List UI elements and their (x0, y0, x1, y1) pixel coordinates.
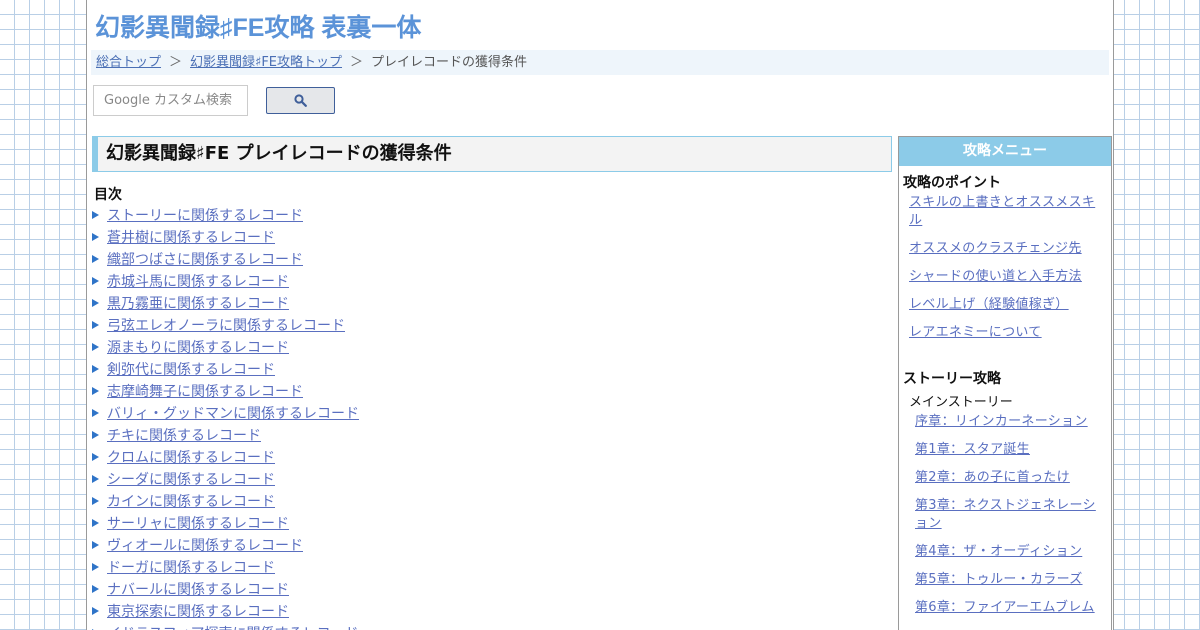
toc-link[interactable]: イドラスフィア探索に関係するレコード (107, 623, 358, 630)
side-menu-link[interactable]: スキルの上書きとオススメスキル (909, 194, 1099, 230)
side-menu-link[interactable]: 序章：リインカーネーション (915, 413, 1099, 431)
toc-item: 赤城斗馬に関係するレコード (92, 270, 359, 292)
breadcrumb-link-game-top[interactable]: 幻影異聞録♯FE攻略トップ (190, 55, 342, 70)
triangle-bullet-icon (92, 475, 99, 483)
toc-item: ドーガに関係するレコード (92, 556, 359, 578)
triangle-bullet-icon (92, 453, 99, 461)
triangle-bullet-icon (92, 343, 99, 351)
page-container: 幻影異聞録♯FE攻略 表裏一体 総合トップ ＞ 幻影異聞録♯FE攻略トップ ＞ プレイレ… (86, 0, 1114, 630)
search-input[interactable] (93, 85, 248, 116)
triangle-bullet-icon (92, 497, 99, 505)
toc-item: 剣弥代に関係するレコード (92, 358, 359, 380)
toc-title: 目次 (94, 187, 122, 203)
triangle-bullet-icon (92, 233, 99, 241)
search-icon (294, 94, 307, 107)
toc-link[interactable]: ドーガに関係するレコード (107, 557, 275, 577)
breadcrumb-link-top[interactable]: 総合トップ (96, 55, 161, 70)
triangle-bullet-icon (92, 365, 99, 373)
side-menu-link[interactable]: 第3章：ネクストジェネレーション (915, 497, 1099, 533)
triangle-bullet-icon (92, 255, 99, 263)
toc-link[interactable]: クロムに関係するレコード (107, 447, 275, 467)
toc-item: ヴィオールに関係するレコード (92, 534, 359, 556)
side-menu-link[interactable]: シャードの使い道と入手方法 (909, 268, 1099, 286)
triangle-bullet-icon (92, 541, 99, 549)
toc-item: ナバールに関係するレコード (92, 578, 359, 600)
toc-link[interactable]: 弓弦エレオノーラに関係するレコード (107, 315, 345, 335)
toc-item: 東京探索に関係するレコード (92, 600, 359, 622)
toc-link[interactable]: 志摩崎舞子に関係するレコード (107, 381, 303, 401)
toc-item: 弓弦エレオノーラに関係するレコード (92, 314, 359, 336)
triangle-bullet-icon (92, 387, 99, 395)
side-menu-link[interactable]: 第4章：ザ・オーディション (915, 543, 1099, 561)
triangle-bullet-icon (92, 585, 99, 593)
toc-link[interactable]: 東京探索に関係するレコード (107, 601, 289, 621)
toc-item: 黒乃霧亜に関係するレコード (92, 292, 359, 314)
side-menu-link[interactable]: 第5章：トゥルー・カラーズ (915, 571, 1099, 589)
side-menu-link[interactable]: レアエネミーについて (909, 324, 1099, 342)
toc-link[interactable]: 蒼井樹に関係するレコード (107, 227, 275, 247)
toc-link[interactable]: 織部つばさに関係するレコード (107, 249, 303, 269)
toc-link[interactable]: 黒乃霧亜に関係するレコード (107, 293, 289, 313)
side-section-title: 攻略のポイント (903, 175, 1001, 191)
toc-item: クロムに関係するレコード (92, 446, 359, 468)
toc-item: シーダに関係するレコード (92, 468, 359, 490)
side-menu-link[interactable]: 第1章：スタア誕生 (915, 441, 1099, 459)
toc-link[interactable]: ヴィオールに関係するレコード (107, 535, 303, 555)
toc-link[interactable]: 源まもりに関係するレコード (107, 337, 289, 357)
triangle-bullet-icon (92, 409, 99, 417)
toc-link[interactable]: バリィ・グッドマンに関係するレコード (107, 403, 359, 423)
side-menu-link[interactable]: オススメのクラスチェンジ先 (909, 240, 1099, 258)
breadcrumb-current: プレイレコードの獲得条件 (371, 55, 528, 70)
page-heading: 幻影異聞録♯FE プレイレコードの獲得条件 (92, 136, 892, 172)
triangle-bullet-icon (92, 607, 99, 615)
toc-link[interactable]: カインに関係するレコード (107, 491, 275, 511)
triangle-bullet-icon (92, 211, 99, 219)
side-menu-link[interactable]: レベル上げ（経験値稼ぎ） (909, 296, 1099, 314)
toc-link[interactable]: ナバールに関係するレコード (107, 579, 289, 599)
toc-list: ストーリーに関係するレコード 蒼井樹に関係するレコード 織部つばさに関係するレコード… (92, 204, 359, 630)
side-menu: 攻略メニュー 攻略のポイントスキルの上書きとオススメスキルオススメのクラスチェン… (898, 136, 1112, 630)
breadcrumb-separator: ＞ (169, 55, 183, 70)
toc-item: バリィ・グッドマンに関係するレコード (92, 402, 359, 424)
toc-item: 志摩崎舞子に関係するレコード (92, 380, 359, 402)
side-menu-link[interactable]: 第6章：ファイアーエムブレム (915, 599, 1099, 617)
toc-item: カインに関係するレコード (92, 490, 359, 512)
side-menu-link[interactable]: 第2章：あの子に首ったけ (915, 469, 1099, 487)
toc-item: チキに関係するレコード (92, 424, 359, 446)
toc-link[interactable]: シーダに関係するレコード (107, 469, 275, 489)
side-section-title: ストーリー攻略 (903, 371, 1001, 387)
toc-item: 源まもりに関係するレコード (92, 336, 359, 358)
site-title[interactable]: 幻影異聞録♯FE攻略 表裏一体 (95, 8, 421, 44)
toc-link[interactable]: ストーリーに関係するレコード (107, 205, 303, 225)
breadcrumb: 総合トップ ＞ 幻影異聞録♯FE攻略トップ ＞ プレイレコードの獲得条件 (91, 50, 1109, 75)
toc-item: サーリャに関係するレコード (92, 512, 359, 534)
triangle-bullet-icon (92, 321, 99, 329)
search-button[interactable] (266, 87, 335, 114)
breadcrumb-separator: ＞ (350, 55, 364, 70)
toc-link[interactable]: サーリャに関係するレコード (107, 513, 289, 533)
triangle-bullet-icon (92, 277, 99, 285)
toc-item: 織部つばさに関係するレコード (92, 248, 359, 270)
triangle-bullet-icon (92, 431, 99, 439)
toc-item: イドラスフィア探索に関係するレコード (92, 622, 359, 630)
side-menu-header: 攻略メニュー (899, 137, 1111, 166)
triangle-bullet-icon (92, 519, 99, 527)
toc-item: ストーリーに関係するレコード (92, 204, 359, 226)
toc-link[interactable]: 剣弥代に関係するレコード (107, 359, 275, 379)
toc-link[interactable]: 赤城斗馬に関係するレコード (107, 271, 289, 291)
side-sub-title: メインストーリー (909, 395, 1013, 410)
triangle-bullet-icon (92, 299, 99, 307)
triangle-bullet-icon (92, 563, 99, 571)
toc-item: 蒼井樹に関係するレコード (92, 226, 359, 248)
toc-link[interactable]: チキに関係するレコード (107, 425, 261, 445)
